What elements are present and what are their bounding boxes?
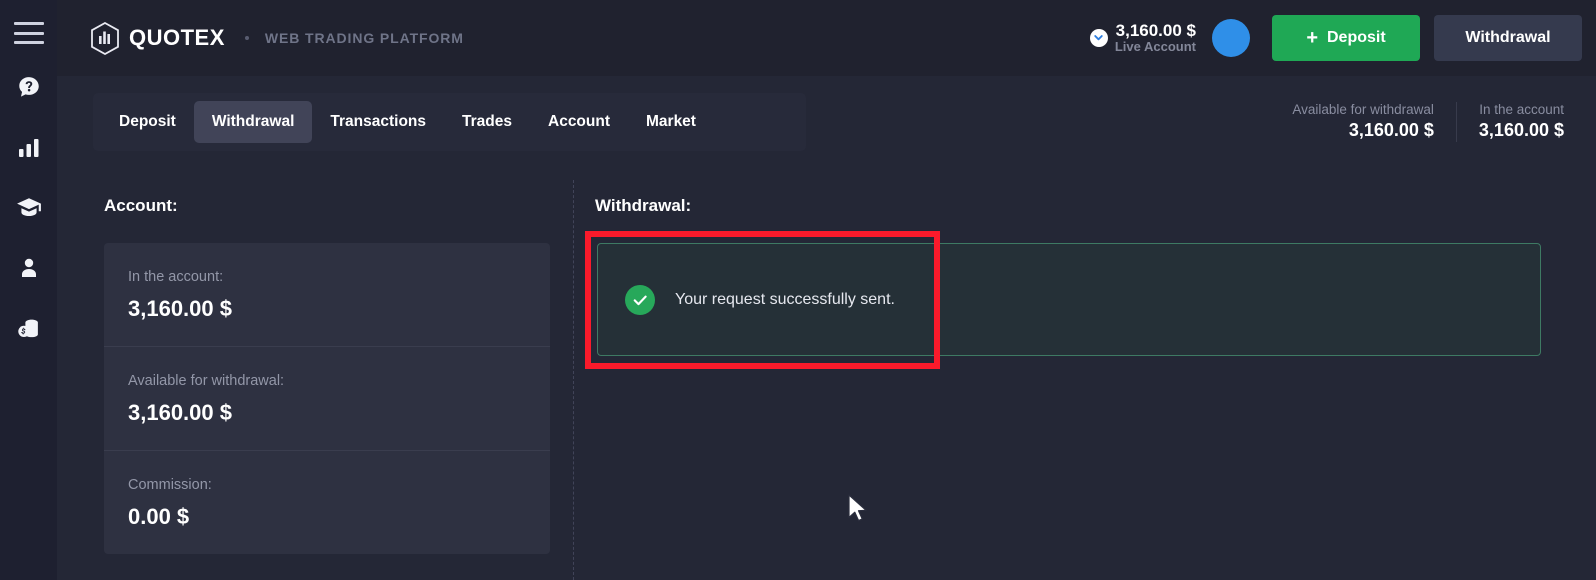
column-divider [573,180,574,580]
money-icon[interactable] [13,312,45,344]
hamburger-menu-icon[interactable] [13,22,44,44]
quotex-hexagon-icon [91,21,119,55]
summary-in-the-account: In the account 3,160.00 $ [1455,102,1586,142]
account-details-card: In the account: 3,160.00 $ Available for… [104,243,550,554]
account-balance-selector[interactable]: 3,160.00 $ Live Account [1089,20,1196,55]
summary-value: 3,160.00 $ [1478,120,1564,141]
deposit-button[interactable]: + Deposit [1272,15,1420,61]
education-icon[interactable] [13,192,45,224]
avatar[interactable] [1212,19,1250,57]
summary-label: Available for withdrawal [1292,102,1434,118]
header-balance-summary: Available for withdrawal 3,160.00 $ In t… [1270,93,1586,151]
section-tabs: Deposit Withdrawal Transactions Trades A… [93,93,806,151]
account-section-title: Account: [104,196,178,215]
left-sidebar [0,0,57,580]
tab-trades[interactable]: Trades [444,101,530,143]
tab-withdrawal[interactable]: Withdrawal [193,101,313,143]
summary-available-for-withdrawal: Available for withdrawal 3,160.00 $ [1270,102,1456,141]
account-row-commission: Commission: 0.00 $ [104,450,550,554]
tab-deposit[interactable]: Deposit [101,101,194,143]
logo-subtitle: WEB TRADING PLATFORM [264,30,464,46]
help-icon[interactable] [13,72,45,104]
account-row-in-the-account: In the account: 3,160.00 $ [104,243,550,346]
brand-logo[interactable]: QUOTEX WEB TRADING PLATFORM [90,21,464,55]
summary-label: In the account [1479,102,1564,118]
mouse-cursor [848,494,867,522]
chevron-down-icon [1089,28,1108,47]
account-row-label: In the account: [128,269,224,285]
header-actions: 3,160.00 $ Live Account + Deposit Withdr… [1089,15,1596,61]
account-row-label: Available for withdrawal: [128,373,285,389]
withdrawal-button-label: Withdrawal [1465,29,1551,46]
account-row-value: 3,160.00 $ [128,296,232,321]
success-message: Your request successfully sent. [675,290,895,308]
balance-amount: 3,160.00 $ [1115,20,1196,40]
tab-market[interactable]: Market [628,101,714,143]
summary-value: 3,160.00 $ [1348,120,1434,141]
chart-icon[interactable] [13,132,45,164]
account-type-label: Live Account [1114,39,1196,55]
top-header: QUOTEX WEB TRADING PLATFORM 3,160.00 $ L… [57,0,1596,76]
success-alert: Your request successfully sent. [597,243,1541,356]
profile-icon[interactable] [13,252,45,284]
logo-text: QUOTEX [129,25,225,50]
tab-transactions[interactable]: Transactions [312,101,444,143]
deposit-button-label: Deposit [1327,29,1386,46]
withdrawal-section-title: Withdrawal: [595,196,692,215]
account-row-value: 3,160.00 $ [128,400,232,425]
account-row-label: Commission: [128,477,212,493]
logo-separator-dot [244,36,249,40]
account-row-available-for-withdrawal: Available for withdrawal: 3,160.00 $ [104,346,550,450]
withdrawal-button[interactable]: Withdrawal [1434,15,1582,61]
tab-account[interactable]: Account [530,101,628,143]
plus-icon: + [1306,26,1318,49]
account-row-value: 0.00 $ [128,504,190,529]
check-circle-icon [625,284,655,315]
